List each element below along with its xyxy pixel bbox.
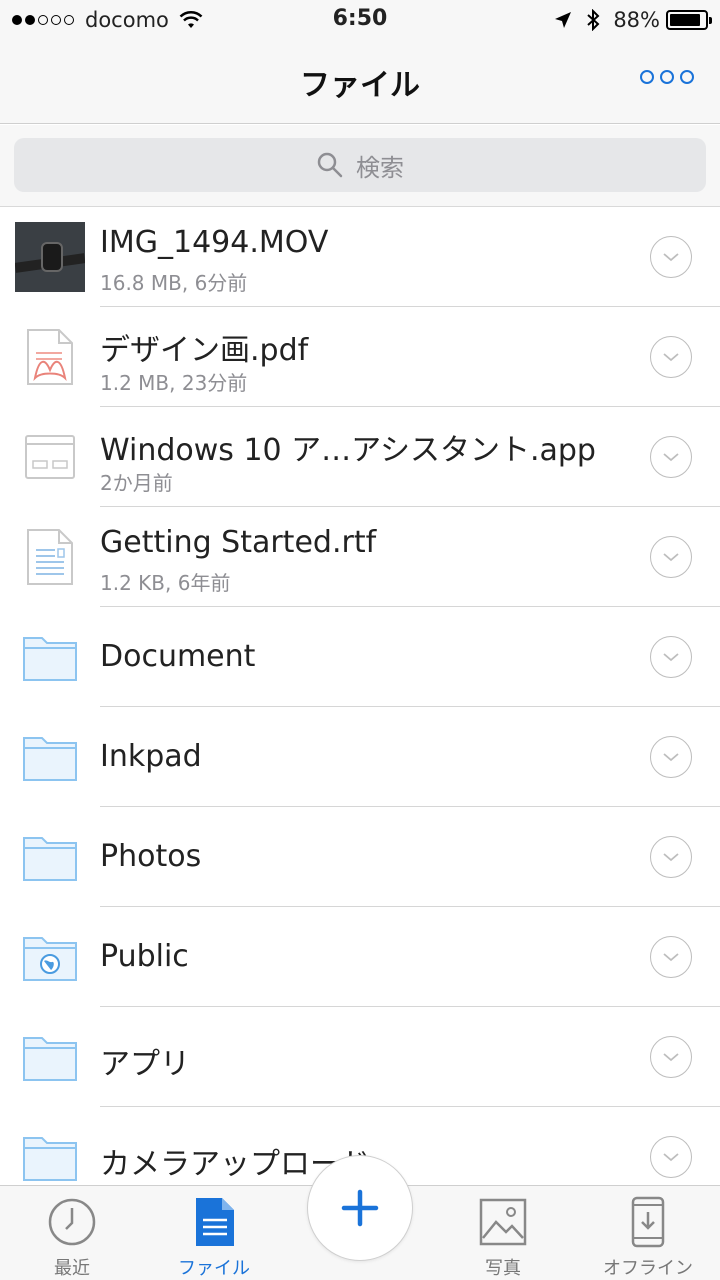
- add-button[interactable]: [307, 1155, 413, 1261]
- chevron-down-icon[interactable]: [650, 736, 692, 778]
- folder-name: アプリ: [100, 1047, 190, 1082]
- navigation-bar: ファイル: [0, 40, 720, 124]
- chevron-down-icon[interactable]: [650, 936, 692, 978]
- folder-row[interactable]: Inkpad: [0, 707, 720, 807]
- battery-tip: [709, 17, 712, 24]
- folder-icon: [14, 622, 86, 692]
- battery-fill: [670, 14, 700, 26]
- page-title: ファイル: [300, 68, 420, 103]
- file-meta: 2か月前: [100, 471, 173, 495]
- document-icon: [14, 522, 86, 592]
- chevron-down-icon[interactable]: [650, 536, 692, 578]
- file-name: Windows 10 ア…アシスタント.app: [100, 433, 596, 468]
- video-thumbnail: [14, 222, 86, 292]
- pdf-icon: [14, 322, 86, 392]
- chevron-down-icon[interactable]: [650, 1036, 692, 1078]
- status-right: 88%: [553, 8, 712, 32]
- folder-name: Photos: [100, 839, 202, 874]
- file-icon: [196, 1198, 234, 1246]
- more-button[interactable]: [640, 70, 694, 84]
- tab-recent[interactable]: 最近: [12, 1196, 132, 1280]
- file-row[interactable]: Getting Started.rtf 1.2 KB, 6年前: [0, 507, 720, 607]
- folder-icon: [14, 722, 86, 792]
- folder-name: Inkpad: [100, 739, 202, 774]
- file-meta: 1.2 KB, 6年前: [100, 571, 231, 595]
- folder-row[interactable]: Photos: [0, 807, 720, 907]
- folder-icon: [14, 1122, 86, 1192]
- file-row[interactable]: デザイン画.pdf 1.2 MB, 23分前: [0, 307, 720, 407]
- more-icon: [680, 70, 694, 84]
- file-list: IMG_1494.MOV 16.8 MB, 6分前 デザイン画.pdf 1.2 …: [0, 207, 720, 1207]
- location-arrow-icon: [555, 12, 572, 28]
- chevron-down-icon[interactable]: [650, 436, 692, 478]
- chevron-down-icon[interactable]: [650, 836, 692, 878]
- offline-icon: [631, 1196, 665, 1248]
- more-icon: [640, 70, 654, 84]
- folder-name: Document: [100, 639, 256, 674]
- file-name: デザイン画.pdf: [100, 333, 309, 368]
- tab-offline[interactable]: オフライン: [588, 1196, 708, 1280]
- photo-icon: [479, 1198, 527, 1246]
- folder-row[interactable]: アプリ: [0, 1007, 720, 1107]
- status-bar: docomo 6:50 88%: [0, 0, 720, 40]
- chevron-down-icon[interactable]: [650, 636, 692, 678]
- folder-row[interactable]: Public: [0, 907, 720, 1007]
- tab-label: ファイル: [178, 1258, 250, 1279]
- file-name: IMG_1494.MOV: [100, 225, 329, 260]
- public-folder-icon: [14, 922, 86, 992]
- file-name: Getting Started.rtf: [100, 525, 377, 560]
- folder-name: Public: [100, 939, 189, 974]
- more-icon: [660, 70, 674, 84]
- search-icon: [317, 152, 343, 178]
- app-icon: [14, 422, 86, 492]
- tab-label: 写真: [485, 1258, 521, 1279]
- thumbnail-watch: [41, 242, 63, 272]
- file-row[interactable]: IMG_1494.MOV 16.8 MB, 6分前: [0, 207, 720, 307]
- tab-label: オフライン: [603, 1258, 693, 1279]
- folder-icon: [14, 1022, 86, 1092]
- folder-icon: [14, 822, 86, 892]
- file-row[interactable]: Windows 10 ア…アシスタント.app 2か月前: [0, 407, 720, 507]
- battery-icon: [666, 10, 712, 30]
- search-input[interactable]: 検索: [14, 138, 706, 192]
- chevron-down-icon[interactable]: [650, 336, 692, 378]
- file-meta: 16.8 MB, 6分前: [100, 271, 248, 295]
- bluetooth-icon: [587, 9, 600, 31]
- search-placeholder: 検索: [356, 153, 404, 182]
- tab-photos[interactable]: 写真: [443, 1196, 563, 1280]
- folder-row[interactable]: Document: [0, 607, 720, 707]
- clock-icon: [48, 1198, 96, 1246]
- search-bar: 検索: [0, 125, 720, 207]
- plus-icon: [341, 1189, 379, 1227]
- tab-label: 最近: [54, 1258, 90, 1279]
- chevron-down-icon[interactable]: [650, 1136, 692, 1178]
- video-thumbnail-image: [15, 222, 85, 292]
- tab-files[interactable]: ファイル: [154, 1196, 274, 1280]
- chevron-down-icon[interactable]: [650, 236, 692, 278]
- file-meta: 1.2 MB, 23分前: [100, 371, 248, 395]
- battery-percent: 88%: [613, 8, 660, 32]
